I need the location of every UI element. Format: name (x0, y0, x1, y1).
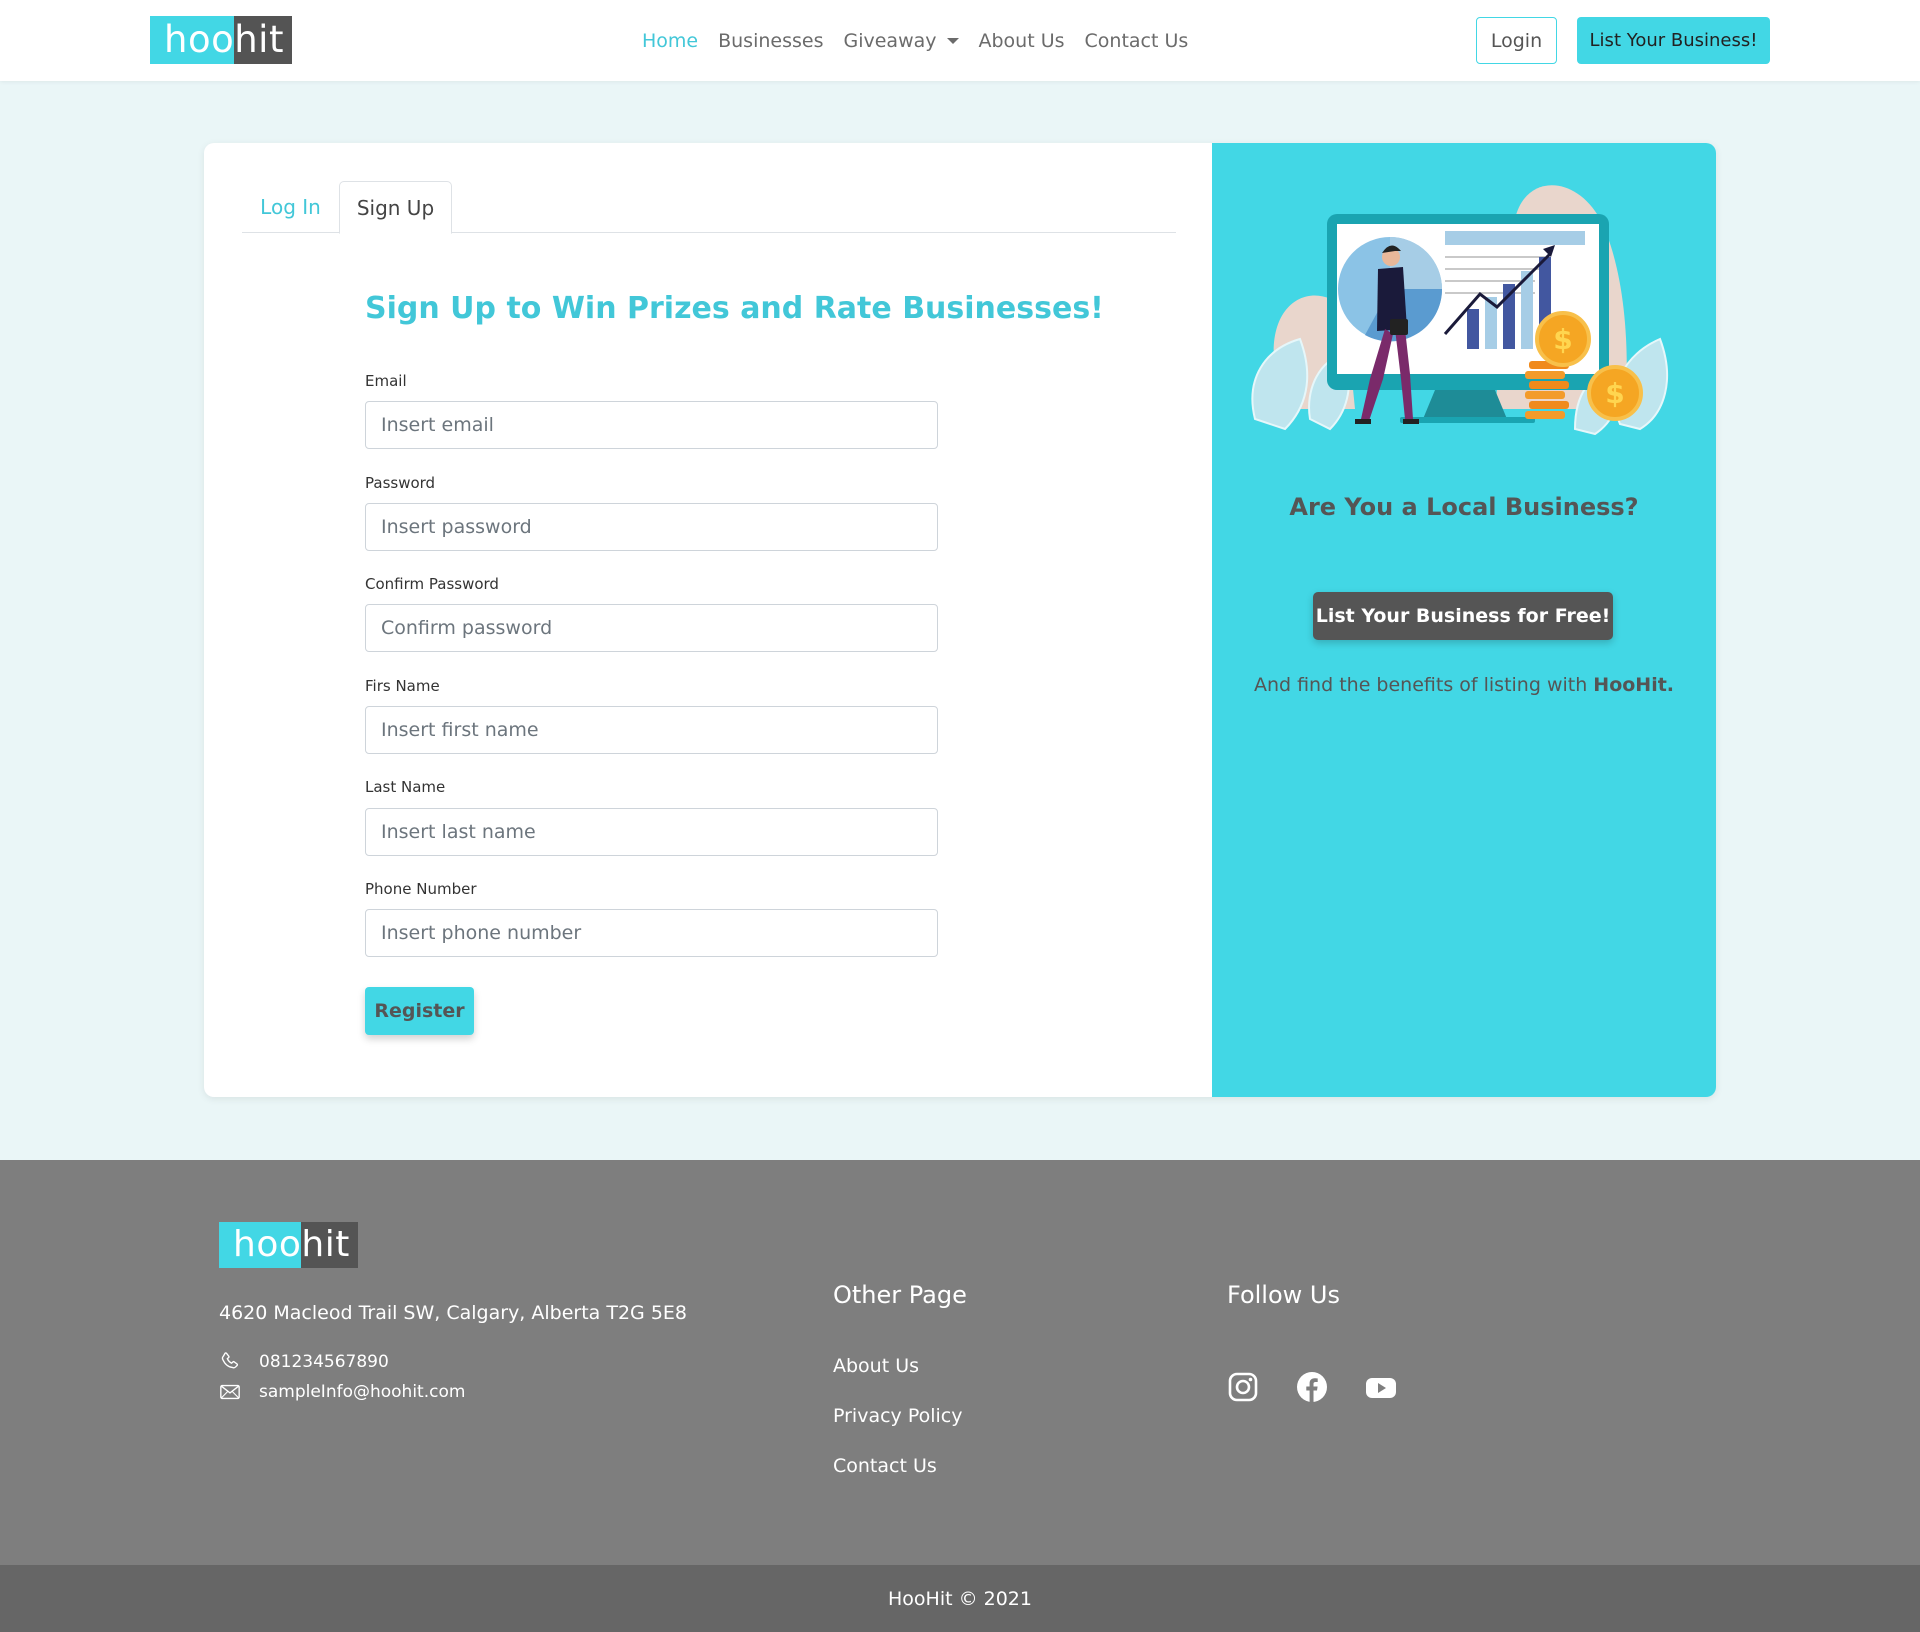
listing-benefits-note: And find the benefits of listing with Ho… (1212, 674, 1716, 696)
footer-phone: 081234567890 (219, 1351, 389, 1373)
signup-title: Sign Up to Win Prizes and Rate Businesse… (365, 291, 1104, 326)
footer-email: sampleInfo@hoohit.com (219, 1381, 465, 1403)
tab-signup[interactable]: Sign Up (339, 181, 452, 234)
facebook-icon[interactable] (1296, 1371, 1328, 1403)
signup-panel: Log In Sign Up Sign Up to Win Prizes and… (204, 143, 1212, 1097)
first-name-field[interactable] (365, 706, 938, 754)
last-name-field[interactable] (365, 808, 938, 856)
register-button[interactable]: Register (365, 987, 474, 1035)
auth-tabs: Log In Sign Up (242, 181, 1176, 234)
svg-text:$: $ (1553, 323, 1572, 356)
footer-link-privacy-policy[interactable]: Privacy Policy (833, 1405, 962, 1427)
business-growth-illustration: $ $ (1251, 185, 1668, 435)
follow-us-title: Follow Us (1227, 1281, 1340, 1309)
list-your-business-button[interactable]: List Your Business! (1577, 17, 1770, 64)
copyright-text: HooHit © 2021 (888, 1587, 1032, 1610)
login-button[interactable]: Login (1476, 17, 1557, 64)
list-business-free-button[interactable]: List Your Business for Free! (1313, 592, 1613, 640)
logo-part-hoo: hoo (150, 16, 235, 64)
nav-home[interactable]: Home (642, 30, 698, 52)
footer-hoohit-logo[interactable]: hoo hit (219, 1222, 358, 1268)
footer-link-about-us[interactable]: About Us (833, 1355, 919, 1377)
first-name-label: Firs Name (365, 677, 440, 695)
footer-phone-text: 081234567890 (259, 1352, 389, 1372)
phone-icon (219, 1351, 241, 1373)
copyright-bar: HooHit © 2021 (0, 1565, 1920, 1632)
nav-contact-us[interactable]: Contact Us (1085, 30, 1189, 52)
hoohit-logo[interactable]: hoo hit (150, 16, 292, 64)
main-nav: Home Businesses Giveaway About Us Contac… (642, 0, 1208, 81)
svg-text:$: $ (1605, 377, 1624, 410)
youtube-icon[interactable] (1365, 1371, 1397, 1403)
footer-address: 4620 Macleod Trail SW, Calgary, Alberta … (219, 1302, 687, 1324)
envelope-icon (219, 1381, 241, 1403)
tab-login[interactable]: Log In (242, 181, 339, 233)
listing-benefits-text: And find the benefits of listing with (1253, 674, 1594, 696)
footer-link-contact-us[interactable]: Contact Us (833, 1455, 937, 1477)
site-footer: hoo hit 4620 Macleod Trail SW, Calgary, A… (0, 1160, 1920, 1565)
password-field[interactable] (365, 503, 938, 551)
footer-logo-part-hoo: hoo (219, 1222, 302, 1268)
phone-number-label: Phone Number (365, 880, 477, 898)
business-promo-panel: $ $ Are You a Local Business? List Your … (1212, 143, 1716, 1097)
phone-number-field[interactable] (365, 909, 938, 957)
local-business-title: Are You a Local Business? (1289, 493, 1639, 521)
password-label: Password (365, 474, 436, 492)
nav-giveaway-label: Giveaway (843, 29, 937, 52)
top-navbar: hoo hit Home Businesses Giveaway About Us… (0, 0, 1920, 81)
hoohit-brand-text: HooHit. (1593, 674, 1675, 696)
footer-email-text[interactable]: sampleInfo@hoohit.com (259, 1382, 465, 1402)
other-page-title: Other Page (833, 1281, 967, 1309)
confirm-password-label: Confirm Password (365, 575, 499, 593)
nav-businesses[interactable]: Businesses (718, 30, 823, 52)
email-field[interactable] (365, 401, 938, 449)
nav-about-us[interactable]: About Us (979, 30, 1065, 52)
instagram-icon[interactable] (1227, 1371, 1259, 1403)
auth-card: Log In Sign Up Sign Up to Win Prizes and… (204, 143, 1716, 1097)
confirm-password-field[interactable] (365, 604, 938, 652)
nav-giveaway-dropdown[interactable]: Giveaway (843, 29, 959, 52)
last-name-label: Last Name (365, 778, 446, 796)
caret-down-icon (946, 38, 959, 44)
footer-logo-part-hit: hit (301, 1222, 358, 1268)
logo-part-hit: hit (234, 16, 292, 64)
email-label: Email (365, 372, 407, 390)
